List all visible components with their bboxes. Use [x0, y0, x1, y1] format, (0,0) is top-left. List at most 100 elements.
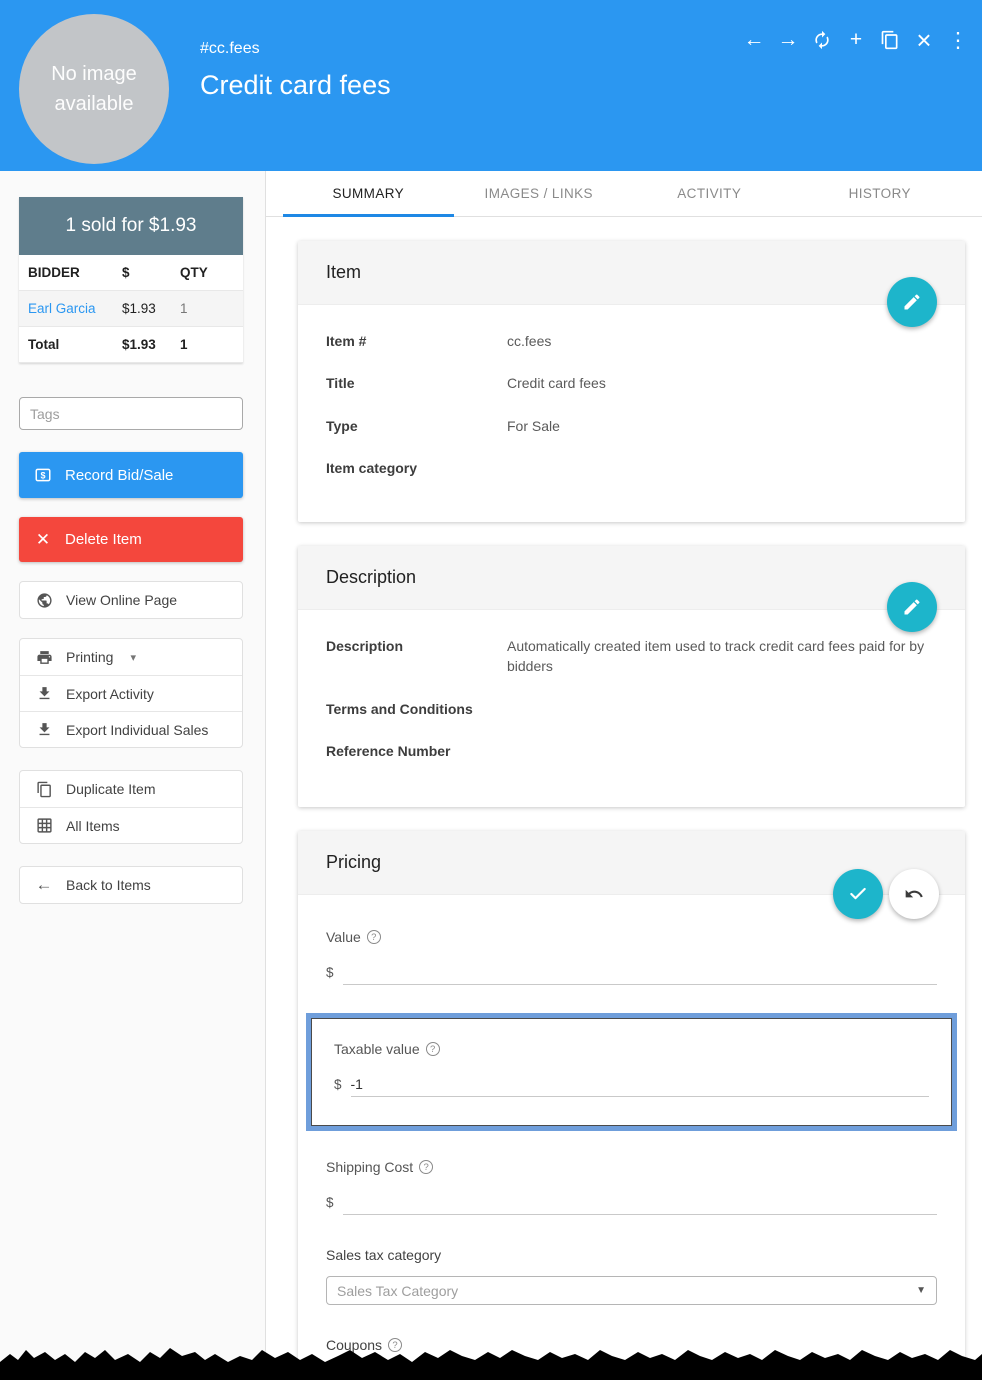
export-activity-button[interactable]: Export Activity [20, 675, 242, 711]
taxable-value-label: Taxable value [334, 1041, 420, 1057]
sidebar: 1 sold for $1.93 BIDDER $ QTY Earl Garci… [0, 171, 266, 1380]
download-icon [35, 721, 53, 739]
item-actions-group: Duplicate Item All Items [19, 770, 243, 844]
close-icon[interactable]: × [912, 26, 936, 54]
currency-prefix: $ [326, 1195, 334, 1215]
sales-tax-label: Sales tax category [326, 1247, 441, 1263]
export-activity-label: Export Activity [66, 686, 154, 702]
field-description: Description Automatically created item u… [326, 636, 937, 677]
item-card: Item Item # cc.fees Title Credit card fe… [298, 241, 965, 522]
item-detail-page: No image available #cc.fees Credit card … [0, 0, 982, 1380]
header-toolbar: ← → + × ⋮ [742, 26, 970, 54]
grid-icon [35, 817, 53, 835]
export-individual-sales-label: Export Individual Sales [66, 722, 208, 738]
bidder-link[interactable]: Earl Garcia [28, 301, 96, 316]
currency-prefix: $ [334, 1077, 342, 1097]
add-icon[interactable]: + [844, 26, 868, 54]
table-total-row: Total $1.93 1 [19, 327, 243, 363]
duplicate-item-button[interactable]: Duplicate Item [20, 771, 242, 807]
view-online-group: View Online Page [19, 581, 243, 619]
record-bid-sale-button[interactable]: $ Record Bid/Sale [19, 452, 243, 498]
shipping-cost-field: Shipping Cost ? $ [326, 1159, 937, 1215]
check-icon [848, 884, 868, 904]
back-arrow-icon[interactable]: ← [742, 26, 766, 54]
tab-history[interactable]: HISTORY [795, 171, 966, 216]
sales-tax-field: Sales tax category Sales Tax Category ▼ [326, 1247, 937, 1305]
col-amount: $ [122, 265, 180, 280]
refresh-icon[interactable] [810, 26, 834, 54]
total-amount: $1.93 [122, 337, 180, 352]
record-bid-sale-label: Record Bid/Sale [65, 467, 173, 484]
back-group: ← Back to Items [19, 866, 243, 904]
description-card-title: Description [298, 546, 965, 610]
page-title: Credit card fees [200, 70, 391, 101]
field-terms: Terms and Conditions [326, 699, 937, 719]
table-row: Earl Garcia $1.93 1 [19, 291, 243, 327]
edit-item-button[interactable] [887, 277, 937, 327]
app-header: No image available #cc.fees Credit card … [0, 0, 982, 171]
help-icon[interactable]: ? [419, 1160, 433, 1174]
field-reference-number: Reference Number [326, 741, 937, 761]
tags-input[interactable] [19, 397, 243, 430]
back-arrow-icon: ← [35, 876, 53, 894]
header-titles: #cc.fees Credit card fees [200, 40, 391, 101]
item-card-title: Item [298, 241, 965, 305]
field-title: Title Credit card fees [326, 373, 937, 393]
bid-amount: $1.93 [122, 301, 180, 316]
currency-prefix: $ [326, 965, 334, 985]
download-icon [35, 685, 53, 703]
sales-tax-placeholder: Sales Tax Category [337, 1283, 458, 1299]
svg-text:$: $ [40, 470, 45, 480]
back-to-items-button[interactable]: ← Back to Items [20, 867, 242, 903]
chevron-down-icon: ▾ [130, 651, 136, 664]
avatar-text: No image available [41, 59, 147, 119]
item-code: #cc.fees [200, 40, 391, 58]
back-to-items-label: Back to Items [66, 877, 151, 893]
copy-icon[interactable] [878, 26, 902, 54]
main-content: SUMMARY IMAGES / LINKS ACTIVITY HISTORY … [266, 171, 982, 1380]
tab-images-links[interactable]: IMAGES / LINKS [454, 171, 625, 216]
field-item-category: Item category [326, 458, 937, 478]
shipping-cost-label: Shipping Cost [326, 1159, 413, 1175]
description-card: Description Description Automatically cr… [298, 546, 965, 807]
edit-description-button[interactable] [887, 582, 937, 632]
help-icon[interactable]: ? [426, 1042, 440, 1056]
chevron-down-icon: ▼ [916, 1285, 926, 1296]
printer-icon [35, 648, 53, 666]
field-item-number: Item # cc.fees [326, 331, 937, 351]
dollar-bill-icon: $ [34, 466, 52, 484]
taxable-value-input[interactable] [351, 1071, 929, 1097]
tab-summary[interactable]: SUMMARY [283, 171, 454, 216]
taxable-value-highlight: Taxable value ? $ [306, 1013, 957, 1131]
printing-label: Printing [66, 649, 113, 665]
tab-activity[interactable]: ACTIVITY [624, 171, 795, 216]
col-bidder: BIDDER [28, 265, 122, 280]
printing-group: Printing ▾ Export Activity Export Indivi… [19, 638, 243, 748]
undo-icon [904, 884, 924, 904]
value-input[interactable] [343, 959, 937, 985]
export-individual-sales-button[interactable]: Export Individual Sales [20, 711, 242, 747]
view-online-label: View Online Page [66, 592, 177, 608]
view-online-page-button[interactable]: View Online Page [20, 582, 242, 618]
taxable-value-field: Taxable value ? $ [334, 1041, 929, 1097]
total-qty: 1 [180, 337, 243, 352]
help-icon[interactable]: ? [367, 930, 381, 944]
value-label: Value [326, 929, 361, 945]
delete-item-button[interactable]: ✕ Delete Item [19, 517, 243, 562]
shipping-cost-input[interactable] [343, 1189, 937, 1215]
all-items-label: All Items [66, 818, 120, 834]
no-image-avatar: No image available [19, 14, 169, 164]
pencil-icon [902, 597, 922, 617]
bid-qty: 1 [180, 301, 243, 316]
globe-icon [35, 591, 53, 609]
sold-summary: 1 sold for $1.93 [19, 197, 243, 255]
sales-tax-select[interactable]: Sales Tax Category ▼ [326, 1276, 937, 1305]
printing-button[interactable]: Printing ▾ [20, 639, 242, 675]
more-vertical-icon[interactable]: ⋮ [946, 26, 970, 54]
total-label: Total [28, 337, 122, 352]
delete-item-label: Delete Item [65, 531, 142, 548]
col-qty: QTY [180, 265, 243, 280]
bid-table: BIDDER $ QTY Earl Garcia $1.93 1 Total $… [19, 255, 243, 363]
forward-arrow-icon[interactable]: → [776, 26, 800, 54]
all-items-button[interactable]: All Items [20, 807, 242, 843]
